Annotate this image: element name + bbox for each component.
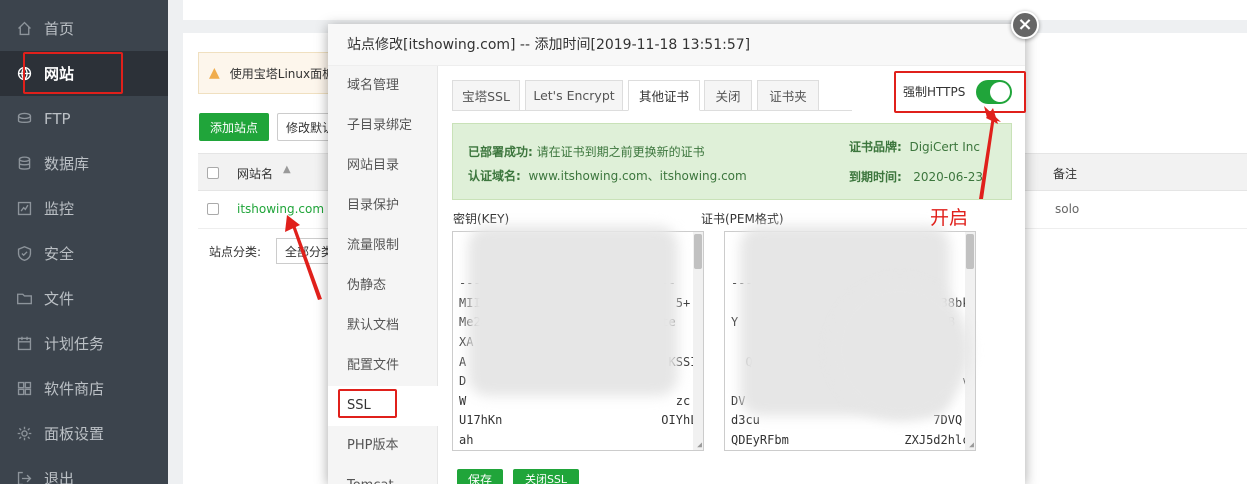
close-ssl-button[interactable]: 关闭SSL: [513, 469, 579, 484]
redaction-blur: [468, 226, 678, 396]
force-https-label: 强制HTTPS: [903, 85, 966, 99]
domain-label: 认证域名:: [468, 169, 521, 183]
cert-resize-handle[interactable]: ◢: [969, 441, 974, 449]
site-link[interactable]: itshowing.com: [237, 202, 324, 216]
cert-label: 证书(PEM格式): [701, 212, 784, 226]
menu-item-2[interactable]: 网站目录: [328, 146, 438, 186]
sidebar-item-6[interactable]: 文件: [0, 276, 168, 321]
tab-cert-folder[interactable]: 证书夹: [757, 80, 819, 111]
force-https-toggle[interactable]: [976, 80, 1012, 104]
save-button[interactable]: 保存: [457, 469, 503, 484]
key-label: 密钥(KEY): [453, 212, 510, 226]
expire-label: 到期时间:: [849, 170, 902, 184]
menu-item-10[interactable]: Tomcat: [328, 466, 438, 484]
sidebar-item-label: 计划任务: [44, 335, 105, 353]
cert-scroll-thumb[interactable]: [966, 234, 974, 269]
sidebar-item-label: 首页: [44, 20, 75, 38]
sidebar-item-2[interactable]: FTP: [0, 96, 168, 141]
menu-item-3[interactable]: 目录保护: [328, 186, 438, 226]
select-all-checkbox[interactable]: [207, 167, 219, 179]
sidebar-item-label: 退出: [44, 470, 75, 484]
sidebar-item-7[interactable]: 计划任务: [0, 321, 168, 366]
sidebar-item-label: 安全: [44, 245, 75, 263]
brand-info: 证书品牌: DigiCert Inc: [849, 138, 980, 155]
sidebar-item-9[interactable]: 面板设置: [0, 411, 168, 456]
redaction-blur: [830, 280, 970, 420]
text-line: ah: [459, 432, 474, 447]
deployed-status: 已部署成功: 请在证书到期之前更换新的证书: [468, 143, 705, 160]
modal-title: 站点修改[itshowing.com] -- 添加时间[2019-11-18 1…: [328, 24, 1025, 66]
text-line: QDEyRFbm ZXJ5d2hlc: [731, 432, 970, 447]
menu-item-0[interactable]: 域名管理: [328, 66, 438, 106]
ssl-highlight-box: [338, 389, 397, 418]
key-scroll-thumb[interactable]: [694, 234, 702, 269]
nav-highlight-box: [23, 52, 123, 94]
annotation-open-label: 开启: [930, 207, 969, 229]
grid-icon: [14, 379, 34, 399]
sidebar-item-3[interactable]: 数据库: [0, 141, 168, 186]
menu-item-6[interactable]: 默认文档: [328, 306, 438, 346]
gear-icon: [14, 424, 34, 444]
sidebar-item-label: FTP: [44, 109, 71, 128]
logout-icon: [14, 469, 34, 484]
close-icon[interactable]: ×: [1011, 11, 1039, 39]
ssl-status-panel: [452, 123, 1012, 200]
brand-label: 证书品牌:: [849, 140, 902, 154]
key-resize-handle[interactable]: ◢: [697, 441, 702, 449]
warning-banner: ▲ 使用宝塔Linux面板: [198, 52, 338, 94]
tab-close[interactable]: 关闭: [704, 80, 752, 111]
database-icon: [14, 154, 34, 174]
add-site-button[interactable]: 添加站点: [199, 113, 269, 141]
menu-item-7[interactable]: 配置文件: [328, 346, 438, 386]
sidebar-item-8[interactable]: 软件商店: [0, 366, 168, 411]
deployed-label: 已部署成功:: [468, 145, 533, 159]
tab-baota-ssl[interactable]: 宝塔SSL: [452, 80, 520, 111]
expire-info: 到期时间: 2020-06-23: [849, 168, 983, 185]
shield-icon: [14, 244, 34, 264]
key-scrollbar[interactable]: [693, 232, 703, 450]
folder-icon: [14, 289, 34, 309]
warning-icon: ▲: [209, 65, 220, 81]
tab-lets-encrypt[interactable]: Let's Encrypt: [525, 80, 623, 111]
expire-value: 2020-06-23: [913, 170, 984, 184]
menu-item-9[interactable]: PHP版本: [328, 426, 438, 466]
menu-item-4[interactable]: 流量限制: [328, 226, 438, 266]
sidebar-item-label: 监控: [44, 200, 75, 218]
brand-value: DigiCert Inc: [909, 140, 980, 154]
deployed-text: 请在证书到期之前更换新的证书: [536, 145, 705, 159]
home-icon: [14, 19, 34, 39]
row-checkbox[interactable]: [207, 203, 219, 215]
modal-side-menu: 域名管理 子目录绑定 网站目录 目录保护 流量限制 伪静态 默认文档 配置文件 SSL PHP版本…: [328, 66, 438, 484]
text-line: U17hKn OIYhL: [459, 413, 698, 428]
domain-info: 认证域名: www.itshowing.com、itshowing.com: [468, 167, 747, 184]
domain-value: www.itshowing.com、itshowing.com: [528, 169, 747, 183]
sidebar-item-label: 软件商店: [44, 380, 105, 398]
sort-icon[interactable]: ▲: [283, 164, 291, 175]
ftp-icon: [14, 109, 34, 129]
sidebar-item-label: 文件: [44, 290, 75, 308]
sidebar-item-0[interactable]: 首页: [0, 6, 168, 51]
sidebar-item-10[interactable]: 退出: [0, 456, 168, 484]
menu-item-5[interactable]: 伪静态: [328, 266, 438, 306]
tab-other-cert[interactable]: 其他证书: [628, 80, 700, 111]
warning-text: 使用宝塔Linux面板: [229, 66, 335, 81]
category-select[interactable]: 全部分类: [276, 238, 331, 264]
sidebar-item-label: 面板设置: [44, 425, 105, 443]
category-label: 站点分类:: [209, 245, 262, 259]
calendar-icon: [14, 334, 34, 354]
toggle-knob: [990, 82, 1010, 102]
monitor-icon: [14, 199, 34, 219]
top-card: [183, 0, 1247, 20]
col-note: 备注: [1053, 167, 1078, 181]
sidebar-item-4[interactable]: 监控: [0, 186, 168, 231]
sidebar-item-5[interactable]: 安全: [0, 231, 168, 276]
row-note: solo: [1055, 202, 1080, 216]
col-site-name[interactable]: 网站名: [237, 165, 273, 182]
menu-item-1[interactable]: 子目录绑定: [328, 106, 438, 146]
sidebar-item-label: 数据库: [44, 155, 90, 173]
